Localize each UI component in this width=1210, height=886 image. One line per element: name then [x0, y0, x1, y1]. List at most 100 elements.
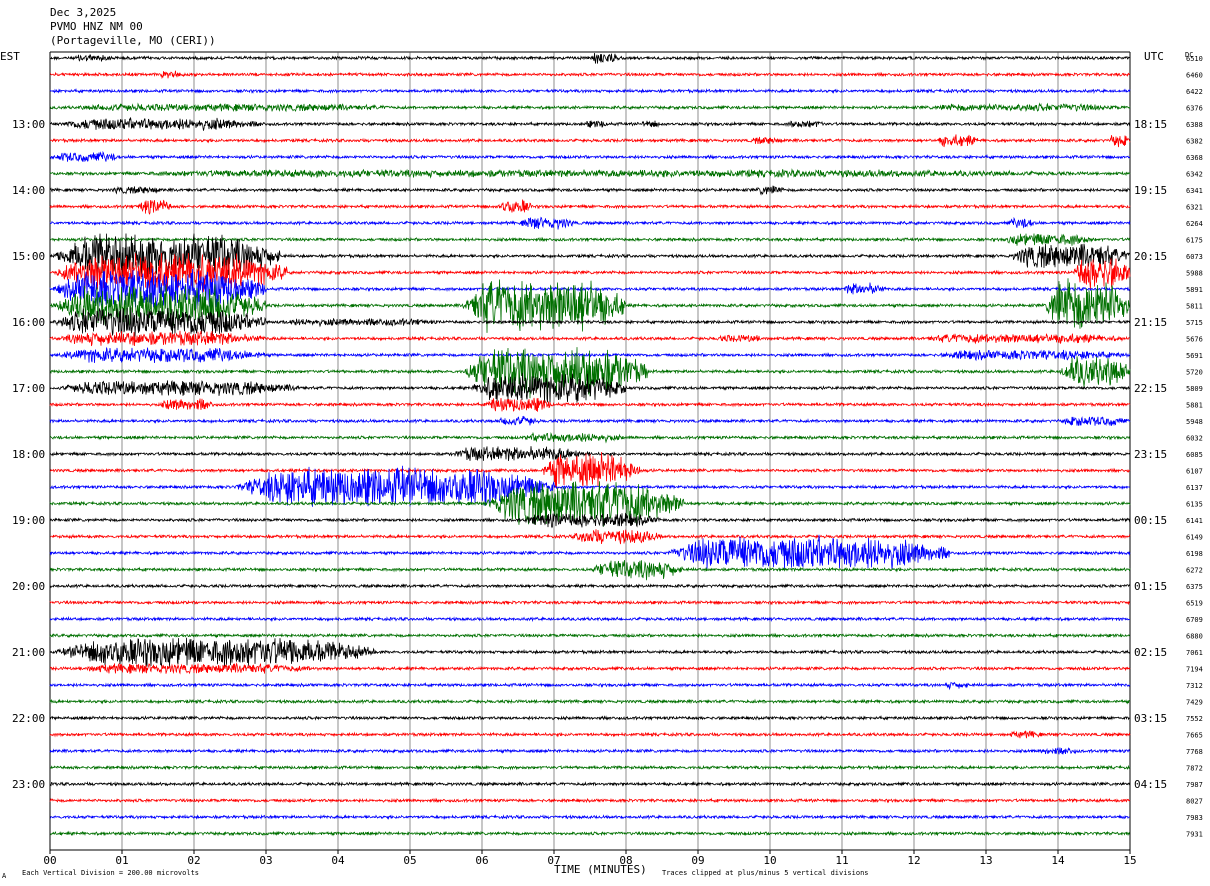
dc-offset-label: 6198: [1186, 550, 1203, 558]
seismogram-traces: [49, 52, 1131, 837]
utc-hour-label: 21:15: [1134, 316, 1167, 329]
dc-offset-label: 6388: [1186, 121, 1203, 129]
seismogram-trace: [49, 512, 1131, 529]
dc-offset-label: 6085: [1186, 451, 1203, 459]
dc-offset-label: 6880: [1186, 633, 1203, 641]
seismogram-trace: [49, 747, 1131, 755]
dc-offset-label: 6149: [1186, 534, 1203, 542]
seismogram-trace: [49, 87, 1131, 95]
dc-offset-label: 6709: [1186, 616, 1203, 624]
dc-offset-label: 6341: [1186, 187, 1203, 195]
chart-station: PVMO HNZ NM 00: [50, 20, 143, 33]
seismogram-trace: [49, 185, 1131, 196]
dc-offset-label: 5809: [1186, 385, 1203, 393]
utc-hour-label: 22:15: [1134, 382, 1167, 395]
x-tick-label: 09: [691, 854, 704, 867]
seismogram-trace: [49, 797, 1131, 804]
utc-hour-label: 04:15: [1134, 778, 1167, 791]
utc-hour-label: 02:15: [1134, 646, 1167, 659]
dc-offset-label: 6460: [1186, 72, 1203, 80]
dc-offset-label: 7061: [1186, 649, 1203, 657]
dc-offset-label: 6141: [1186, 517, 1203, 525]
dc-offset-label: 5948: [1186, 418, 1203, 426]
dc-offset-label: 6107: [1186, 468, 1203, 476]
seismogram-trace: [50, 529, 1131, 545]
seismogram-trace: [49, 198, 1131, 215]
seismogram-trace: [49, 730, 1131, 739]
dc-offset-label: 8027: [1186, 798, 1203, 806]
dc-offset-label: 5691: [1186, 352, 1203, 360]
x-tick-label: 01: [115, 854, 128, 867]
x-tick-label: 02: [187, 854, 200, 867]
x-tick-label: 14: [1051, 854, 1065, 867]
seismogram-trace: [49, 715, 1131, 721]
x-tick-label: 04: [331, 854, 345, 867]
dc-offset-label: 6342: [1186, 171, 1203, 179]
seismogram-trace: [49, 134, 1131, 148]
dc-offset-label: 6032: [1186, 435, 1203, 443]
dc-offset-label: 6175: [1186, 237, 1203, 245]
est-hour-label: 14:00: [12, 184, 45, 197]
seismogram-trace: [50, 70, 1131, 80]
utc-hour-label: 01:15: [1134, 580, 1167, 593]
dc-offset-label: 6510: [1186, 55, 1203, 63]
est-hour-label: 17:00: [12, 382, 45, 395]
dc-offset-label: 7429: [1186, 699, 1203, 707]
seismogram-trace: [49, 681, 1131, 691]
est-hour-label: 20:00: [12, 580, 45, 593]
chart-date: Dec 3,2025: [50, 6, 116, 19]
seismogram-trace: [49, 102, 1131, 113]
x-tick-label: 12: [907, 854, 920, 867]
dc-offset-labels: 6510 6460 6422 6376 6388 6382 6368 6342 6341 6321…: [1186, 55, 1203, 839]
seismogram-trace: [49, 415, 1131, 427]
dc-offset-label: 5676: [1186, 336, 1203, 344]
x-axis-title: TIME (MINUTES): [554, 863, 647, 876]
seismogram-trace: [49, 615, 1131, 623]
x-tick-label: 11: [835, 854, 848, 867]
dc-offset-label: 5720: [1186, 369, 1203, 377]
seismogram-trace: [49, 168, 1131, 179]
seismogram-trace: [49, 330, 1131, 347]
dc-offset-label: 6519: [1186, 600, 1203, 608]
scale-note: Each Vertical Division = 200.00 microvol…: [22, 869, 199, 877]
dc-offset-label: 7983: [1186, 814, 1203, 822]
est-hour-label: 19:00: [12, 514, 45, 527]
dc-offset-label: 6264: [1186, 220, 1203, 228]
utc-hour-label: 03:15: [1134, 712, 1167, 725]
dc-offset-label: 6272: [1186, 567, 1203, 575]
x-tick-label: 00: [43, 854, 56, 867]
x-tick-label: 06: [475, 854, 488, 867]
est-hour-label: 13:00: [12, 118, 45, 131]
seismogram-trace: [49, 632, 1131, 639]
seismogram-trace: [49, 216, 1131, 230]
x-tick-label: 15: [1123, 854, 1136, 867]
seismogram-trace: [49, 662, 1131, 675]
est-hour-label: 22:00: [12, 712, 45, 725]
utc-hour-label: 00:15: [1134, 514, 1167, 527]
dc-offset-label: 6321: [1186, 204, 1203, 212]
dc-offset-label: 6137: [1186, 484, 1203, 492]
est-hour-label: 21:00: [12, 646, 45, 659]
seismogram-trace: [49, 560, 1131, 581]
x-tick-label: 03: [259, 854, 272, 867]
utc-hour-label: 18:15: [1134, 118, 1167, 131]
seismogram-trace: [49, 583, 1131, 590]
seismogram-trace: [49, 397, 1131, 412]
x-tick-label: 05: [403, 854, 416, 867]
est-hour-label: 16:00: [12, 316, 45, 329]
seismogram-trace: [49, 451, 1131, 488]
helicorder-chart: Dec 3,2025 PVMO HNZ NM 00 (Portageville,…: [0, 6, 1203, 880]
seismogram-trace: [49, 637, 1131, 668]
dc-offset-label: 6376: [1186, 105, 1203, 113]
seismogram-trace: [49, 599, 1131, 606]
est-hour-label: 18:00: [12, 448, 45, 461]
chart-header: Dec 3,2025 PVMO HNZ NM 00 (Portageville,…: [50, 6, 216, 47]
dc-offset-label: 6073: [1186, 253, 1203, 261]
est-hour-label: 23:00: [12, 778, 45, 791]
dc-offset-label: 6368: [1186, 154, 1203, 162]
dc-offset-label: 7312: [1186, 682, 1203, 690]
dc-offset-label: 5881: [1186, 402, 1203, 410]
seismogram-trace: [49, 830, 1131, 837]
left-axis-label: EST: [0, 50, 20, 63]
dc-offset-label: 5715: [1186, 319, 1203, 327]
